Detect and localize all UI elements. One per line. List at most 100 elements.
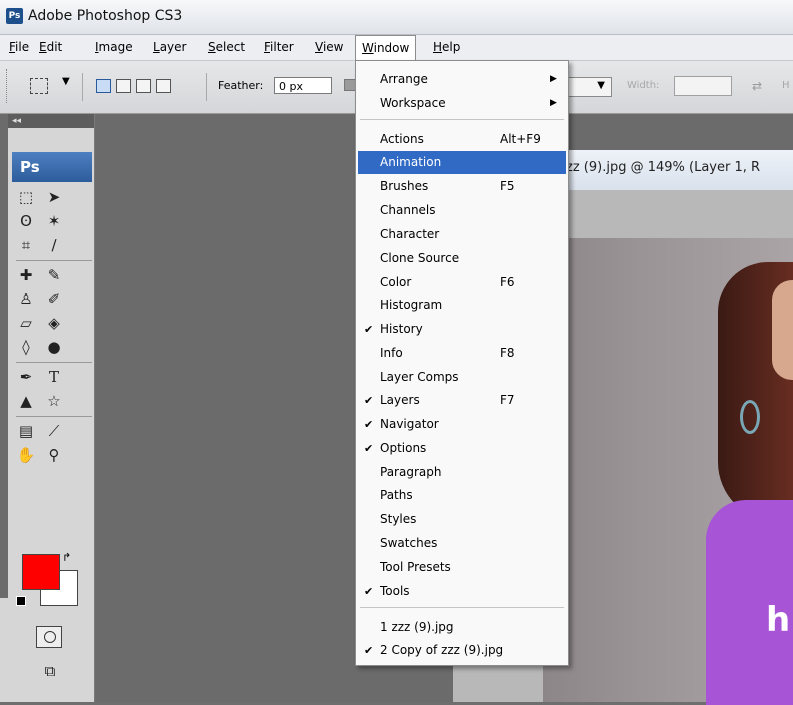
- checkmark-icon: ✔: [364, 323, 374, 336]
- width-input[interactable]: [674, 76, 732, 96]
- magic-wand-tool-icon[interactable]: ✶: [42, 210, 66, 232]
- default-colors-icon[interactable]: [16, 596, 26, 606]
- menu-item-label: Character: [380, 227, 440, 241]
- menu-item-actions[interactable]: Actions Alt+F9: [358, 128, 566, 151]
- quick-mask-button[interactable]: [36, 626, 62, 648]
- pen-tool-icon[interactable]: ✒: [14, 366, 38, 388]
- brush-tool-icon[interactable]: ✎: [42, 264, 66, 286]
- menu-item-animation[interactable]: Animation: [358, 151, 566, 174]
- slice-tool-icon[interactable]: ∕: [42, 234, 66, 256]
- history-brush-tool-icon[interactable]: ✐: [42, 288, 66, 310]
- hand-tool-icon[interactable]: ✋: [14, 444, 38, 466]
- menu-separator: [360, 119, 564, 120]
- menu-item-recent-file-1[interactable]: 1 zzz (9).jpg: [358, 616, 566, 639]
- menu-help[interactable]: Help: [433, 35, 460, 59]
- crop-tool-icon[interactable]: ⌗: [14, 234, 38, 256]
- divider: [16, 416, 92, 417]
- dodge-tool-icon[interactable]: ●: [42, 336, 66, 358]
- style-dropdown[interactable]: ▼: [566, 77, 612, 97]
- divider: [16, 362, 92, 363]
- eraser-tool-icon[interactable]: ▱: [14, 312, 38, 334]
- intersect-selection-button[interactable]: [156, 79, 171, 93]
- document-title: zz (9).jpg @ 149% (Layer 1, R: [566, 160, 761, 175]
- menu-item-label: Brushes: [380, 179, 429, 193]
- menu-item-label: Info: [380, 346, 403, 360]
- menu-image[interactable]: Image: [95, 35, 133, 59]
- menu-view[interactable]: View: [315, 35, 343, 59]
- screen-mode-icon[interactable]: ⧉: [36, 660, 64, 684]
- eyedropper-tool-icon[interactable]: ⟋: [42, 420, 66, 442]
- menu-item-clone-source[interactable]: Clone Source: [358, 247, 566, 270]
- paint-bucket-tool-icon[interactable]: ◈: [42, 312, 66, 334]
- menu-item-character[interactable]: Character: [358, 223, 566, 246]
- menu-item-shortcut: F5: [500, 179, 515, 193]
- menu-item-label: History: [380, 322, 423, 336]
- path-selection-tool-icon[interactable]: ▲: [14, 390, 38, 412]
- divider: [16, 260, 92, 261]
- menu-item-layers[interactable]: ✔ Layers F7: [358, 389, 566, 412]
- new-selection-button[interactable]: [96, 79, 111, 93]
- menu-item-arrange[interactable]: Arrange ▶: [358, 68, 566, 91]
- menu-file[interactable]: File: [9, 35, 29, 59]
- marquee-tool-icon[interactable]: ⬚: [14, 186, 38, 208]
- swap-colors-icon[interactable]: ↱: [62, 551, 71, 564]
- menu-item-history[interactable]: ✔ History: [358, 318, 566, 341]
- menu-edit[interactable]: Edit: [39, 35, 62, 59]
- blur-tool-icon[interactable]: ◊: [14, 336, 38, 358]
- height-label: H: [782, 80, 790, 91]
- menu-filter[interactable]: Filter: [264, 35, 294, 59]
- feather-input[interactable]: 0 px: [274, 77, 332, 94]
- menu-item-tool-presets[interactable]: Tool Presets: [358, 556, 566, 579]
- menu-item-paths[interactable]: Paths: [358, 484, 566, 507]
- menu-item-recent-file-2[interactable]: ✔ 2 Copy of zzz (9).jpg: [358, 639, 566, 662]
- menu-item-label: Layers: [380, 393, 420, 407]
- move-tool-icon[interactable]: ➤: [42, 186, 66, 208]
- healing-brush-tool-icon[interactable]: ✚: [14, 264, 38, 286]
- menu-item-label: Color: [380, 275, 412, 289]
- lasso-tool-icon[interactable]: ʘ: [14, 210, 38, 232]
- divider: [206, 73, 207, 101]
- chevron-down-icon: ▼: [597, 80, 605, 91]
- menu-window[interactable]: Window: [355, 35, 417, 60]
- menu-item-navigator[interactable]: ✔ Navigator: [358, 413, 566, 436]
- custom-shape-tool-icon[interactable]: ☆: [42, 390, 66, 412]
- add-to-selection-button[interactable]: [116, 79, 131, 93]
- menu-item-label: Tool Presets: [380, 560, 451, 574]
- foreground-color-swatch[interactable]: [22, 554, 60, 590]
- subtract-from-selection-button[interactable]: [136, 79, 151, 93]
- menu-item-tools[interactable]: ✔ Tools: [358, 580, 566, 603]
- photo-earring: [740, 400, 760, 434]
- menu-item-workspace[interactable]: Workspace ▶: [358, 92, 566, 115]
- menu-item-info[interactable]: Info F8: [358, 342, 566, 365]
- checkmark-icon: ✔: [364, 644, 374, 657]
- notes-tool-icon[interactable]: ▤: [14, 420, 38, 442]
- document-title-bar[interactable]: zz (9).jpg @ 149% (Layer 1, R: [555, 150, 793, 190]
- menu-select[interactable]: Select: [208, 35, 245, 59]
- menu-item-options[interactable]: ✔ Options: [358, 437, 566, 460]
- menu-item-label: Paragraph: [380, 465, 442, 479]
- menu-item-histogram[interactable]: Histogram: [358, 294, 566, 317]
- chevron-down-icon[interactable]: ▼: [62, 76, 70, 87]
- collapse-icon[interactable]: ◂◂: [8, 114, 94, 128]
- menu-layer[interactable]: Layer: [153, 35, 186, 59]
- menu-item-layer-comps[interactable]: Layer Comps: [358, 366, 566, 389]
- feather-label: Feather:: [218, 79, 264, 92]
- menu-item-swatches[interactable]: Swatches: [358, 532, 566, 555]
- tool-preset-marquee-icon[interactable]: [30, 78, 48, 94]
- menu-item-paragraph[interactable]: Paragraph: [358, 461, 566, 484]
- menu-item-label: Clone Source: [380, 251, 460, 265]
- menu-bar: File Edit Image Layer Select Filter View…: [0, 35, 793, 61]
- menu-item-label: 1 zzz (9).jpg: [380, 620, 454, 634]
- menu-item-label: Tools: [380, 584, 410, 598]
- submenu-arrow-icon: ▶: [550, 74, 557, 84]
- menu-item-channels[interactable]: Channels: [358, 199, 566, 222]
- menu-item-color[interactable]: Color F6: [358, 271, 566, 294]
- swap-width-height-icon[interactable]: ⇄: [752, 79, 762, 93]
- options-bar-grip[interactable]: [6, 69, 9, 103]
- clone-stamp-tool-icon[interactable]: ♙: [14, 288, 38, 310]
- type-tool-icon[interactable]: T: [42, 366, 66, 388]
- menu-item-styles[interactable]: Styles: [358, 508, 566, 531]
- menu-item-label: 2 Copy of zzz (9).jpg: [380, 643, 504, 657]
- menu-item-brushes[interactable]: Brushes F5: [358, 175, 566, 198]
- zoom-tool-icon[interactable]: ⚲: [42, 444, 66, 466]
